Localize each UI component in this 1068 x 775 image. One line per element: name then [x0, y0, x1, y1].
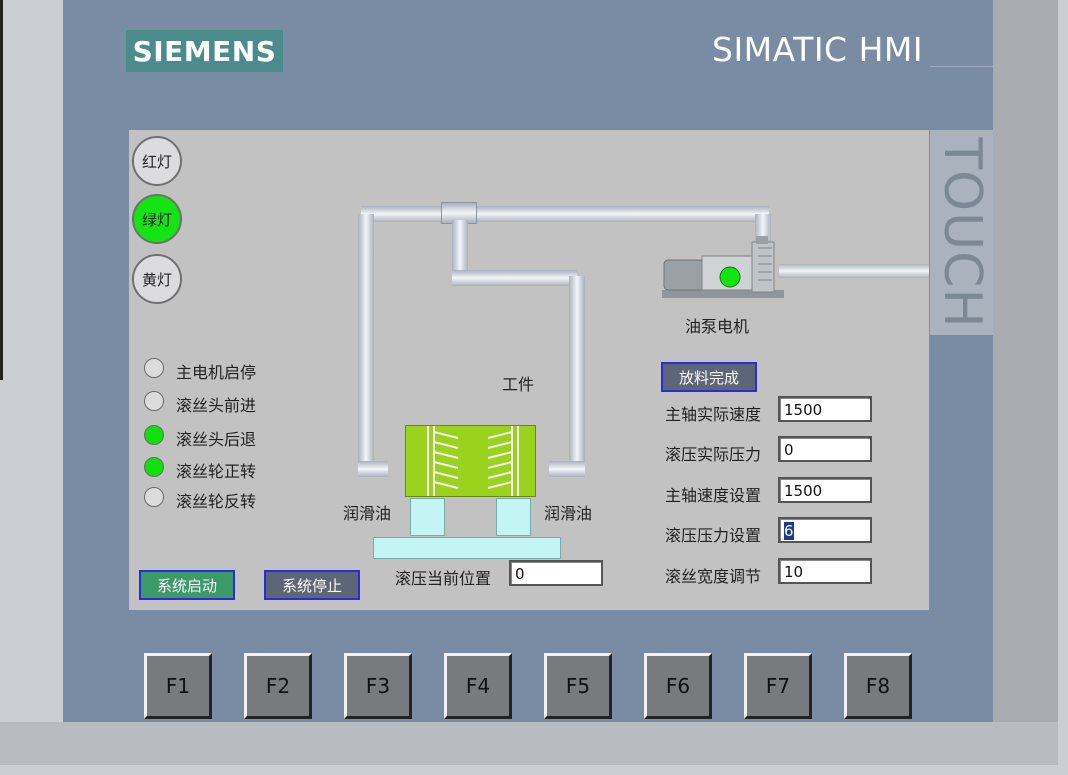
- indicator-head-forward-label: 滚丝头前进: [176, 396, 257, 415]
- right-strip: [993, 0, 1058, 765]
- workpiece: [405, 425, 536, 497]
- lamp-green: 绿灯: [132, 194, 182, 244]
- pipe-motor-outlet: [779, 264, 929, 278]
- function-key-f7[interactable]: F7: [744, 653, 812, 719]
- param-width-adjust-label: 滚丝宽度调节: [665, 567, 762, 586]
- pipe-left-outlet: [358, 461, 388, 477]
- param-spindle-actual-speed-label: 主轴实际速度: [665, 405, 762, 424]
- function-key-f5-label: F5: [547, 656, 609, 716]
- param-pressure-set-label: 滚压压力设置: [665, 526, 762, 545]
- right-support: [496, 498, 531, 536]
- indicator-wheel-forward: [144, 457, 164, 477]
- param-pressure-set-value: 6: [784, 522, 794, 540]
- param-width-adjust-field[interactable]: 10: [778, 558, 872, 584]
- function-key-f5[interactable]: F5: [544, 653, 612, 719]
- hmi-screen: 红灯 绿灯 黄灯 主电机启停 滚丝头前进 滚丝头后退 滚丝轮正转 滚丝轮反转 工…: [129, 130, 929, 610]
- left-edge: [0, 0, 3, 380]
- pipe-left-vertical: [358, 214, 374, 469]
- indicator-head-backward: [144, 425, 164, 445]
- system-start-button[interactable]: 系统启动: [139, 570, 235, 600]
- position-field[interactable]: 0: [509, 560, 603, 586]
- siemens-logo: SIEMENS: [126, 30, 283, 72]
- left-support: [410, 498, 445, 536]
- lube-right-label: 润滑油: [544, 504, 593, 523]
- lamp-red: 红灯: [132, 136, 182, 186]
- function-key-f8-label: F8: [847, 656, 909, 716]
- function-key-f3-label: F3: [347, 656, 409, 716]
- pipe-branch-horizontal: [452, 270, 577, 286]
- bottom-strip: [0, 722, 1058, 765]
- brand-divider: [930, 66, 993, 67]
- lamp-yellow: 黄灯: [132, 254, 182, 304]
- function-key-f2-label: F2: [247, 656, 309, 716]
- indicator-main-motor-label: 主电机启停: [176, 363, 257, 382]
- thread-rollers-icon: [427, 426, 519, 496]
- param-actual-pressure-label: 滚压实际压力: [665, 445, 762, 464]
- touch-label: TOUCH: [930, 130, 993, 335]
- indicator-wheel-forward-label: 滚丝轮正转: [176, 462, 257, 481]
- brand-title: SIMATIC HMI: [712, 30, 924, 69]
- workpiece-label: 工件: [502, 375, 535, 394]
- param-actual-pressure-field[interactable]: 0: [778, 436, 872, 462]
- indicator-head-backward-label: 滚丝头后退: [176, 430, 257, 449]
- param-spindle-speed-set-field[interactable]: 1500: [778, 477, 872, 503]
- indicator-wheel-reverse-label: 滚丝轮反转: [176, 492, 257, 511]
- lamp-green-label: 绿灯: [141, 210, 172, 229]
- function-key-f1-label: F1: [147, 656, 209, 716]
- oil-pump-motor-icon: [662, 236, 784, 298]
- function-key-f2[interactable]: F2: [244, 653, 312, 719]
- touch-text: TOUCH: [931, 136, 992, 329]
- function-key-f6-label: F6: [647, 656, 709, 716]
- function-key-f7-label: F7: [747, 656, 809, 716]
- position-label: 滚压当前位置: [395, 569, 492, 588]
- function-key-f8[interactable]: F8: [844, 653, 912, 719]
- machine-base: [373, 537, 561, 559]
- function-key-f3[interactable]: F3: [344, 653, 412, 719]
- motor-label: 油泵电机: [685, 317, 750, 336]
- pipe-right-vertical: [569, 276, 585, 469]
- function-key-f4-label: F4: [447, 656, 509, 716]
- indicator-wheel-reverse: [144, 487, 164, 507]
- indicator-head-forward: [144, 391, 164, 411]
- discharge-complete-button[interactable]: 放料完成: [661, 362, 757, 392]
- system-stop-button[interactable]: 系统停止: [264, 570, 360, 600]
- function-key-f6[interactable]: F6: [644, 653, 712, 719]
- lamp-yellow-label: 黄灯: [141, 270, 172, 289]
- lamp-red-label: 红灯: [141, 152, 172, 171]
- pipe-right-outlet: [549, 461, 585, 477]
- lube-left-label: 润滑油: [343, 504, 392, 523]
- function-key-f1[interactable]: F1: [144, 653, 212, 719]
- function-key-f4[interactable]: F4: [444, 653, 512, 719]
- indicator-main-motor: [144, 358, 164, 378]
- param-spindle-speed-set-label: 主轴速度设置: [665, 486, 762, 505]
- param-pressure-set-field[interactable]: 6: [778, 517, 872, 543]
- param-spindle-actual-speed-field[interactable]: 1500: [778, 396, 872, 422]
- pipe-top: [361, 206, 769, 222]
